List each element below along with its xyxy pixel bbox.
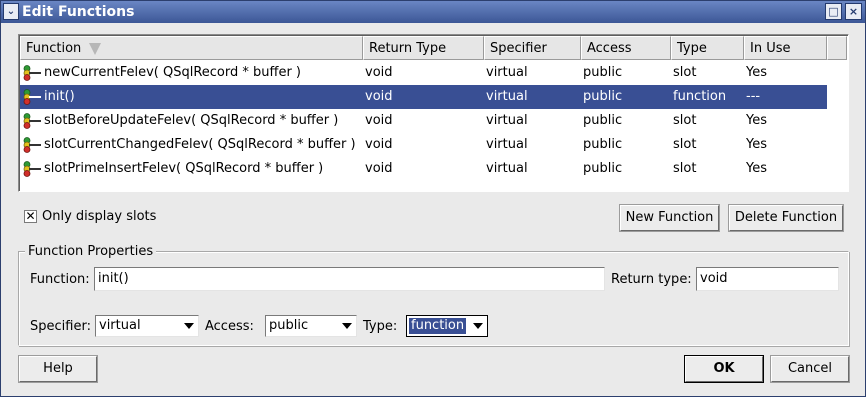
access-select[interactable]: public bbox=[265, 315, 357, 337]
cell-access: public bbox=[583, 137, 623, 152]
cell-specifier: virtual bbox=[486, 161, 528, 176]
function-slot-icon bbox=[23, 89, 41, 105]
help-button[interactable]: Help bbox=[19, 356, 97, 382]
specifier-label: Specifier: bbox=[30, 319, 91, 334]
function-field-label: Function: bbox=[30, 272, 90, 287]
specifier-dropdown-arrow-icon bbox=[184, 323, 194, 329]
cell-type: slot bbox=[673, 113, 697, 128]
column-header-return-type[interactable]: Return Type bbox=[363, 36, 484, 60]
cell-in-use: Yes bbox=[746, 161, 767, 176]
cell-specifier: virtual bbox=[486, 137, 528, 152]
access-label: Access: bbox=[205, 319, 254, 334]
column-header-function[interactable]: Function bbox=[20, 36, 363, 60]
cancel-button[interactable]: Cancel bbox=[771, 356, 849, 382]
function-list[interactable]: Function Return Type Specifier Access Ty… bbox=[18, 34, 849, 192]
cell-return-type: void bbox=[365, 65, 393, 80]
cell-specifier: virtual bbox=[486, 65, 528, 80]
function-slot-icon bbox=[23, 65, 41, 81]
title-bar[interactable]: ⌄ Edit Functions □ × bbox=[1, 1, 865, 23]
table-row[interactable]: slotCurrentChangedFelev( QSqlRecord * bu… bbox=[20, 133, 827, 157]
table-row[interactable]: init() void virtual public function --- bbox=[20, 85, 827, 109]
column-header-type[interactable]: Type bbox=[671, 36, 744, 60]
table-row[interactable]: newCurrentFelev( QSqlRecord * buffer ) vo… bbox=[20, 61, 827, 85]
type-label: Type: bbox=[363, 319, 398, 334]
type-select[interactable]: function bbox=[406, 315, 488, 337]
cell-specifier: virtual bbox=[486, 89, 528, 104]
cell-access: public bbox=[583, 89, 623, 104]
column-header-specifier[interactable]: Specifier bbox=[484, 36, 581, 60]
window-title: Edit Functions bbox=[22, 4, 135, 20]
type-dropdown-arrow-icon bbox=[473, 323, 483, 329]
cell-type: function bbox=[673, 89, 727, 104]
function-properties-title: Function Properties bbox=[25, 244, 157, 260]
new-function-button[interactable]: New Function bbox=[620, 205, 719, 231]
ok-button[interactable]: OK bbox=[685, 356, 763, 382]
return-type-field-label: Return type: bbox=[611, 272, 692, 287]
cell-function: slotBeforeUpdateFelev( QSqlRecord * buff… bbox=[44, 113, 339, 128]
minimize-icon[interactable]: □ bbox=[825, 3, 842, 20]
cell-in-use: Yes bbox=[746, 113, 767, 128]
only-display-slots-checkbox[interactable]: ✕ bbox=[24, 210, 37, 223]
column-header-filler bbox=[827, 36, 847, 60]
function-slot-icon bbox=[23, 137, 41, 153]
window-menu-icon[interactable]: ⌄ bbox=[3, 3, 19, 20]
cell-access: public bbox=[583, 65, 623, 80]
cell-in-use: --- bbox=[746, 89, 761, 104]
cell-function: slotCurrentChangedFelev( QSqlRecord * bu… bbox=[44, 137, 356, 152]
access-dropdown-arrow-icon bbox=[342, 323, 352, 329]
cell-specifier: virtual bbox=[486, 113, 528, 128]
specifier-select[interactable]: virtual bbox=[95, 315, 199, 337]
function-slot-icon bbox=[23, 113, 41, 129]
table-row[interactable]: slotPrimeInsertFelev( QSqlRecord * buffe… bbox=[20, 157, 827, 181]
function-name-input[interactable]: init() bbox=[94, 267, 605, 291]
function-slot-icon bbox=[23, 161, 41, 177]
sort-arrow-icon bbox=[89, 42, 102, 55]
close-icon[interactable]: × bbox=[845, 3, 862, 20]
cell-in-use: Yes bbox=[746, 137, 767, 152]
cell-in-use: Yes bbox=[746, 65, 767, 80]
only-display-slots-label: Only display slots bbox=[42, 209, 157, 224]
column-header-in-use[interactable]: In Use bbox=[744, 36, 827, 60]
cell-return-type: void bbox=[365, 89, 393, 104]
table-row[interactable]: slotBeforeUpdateFelev( QSqlRecord * buff… bbox=[20, 109, 827, 133]
cell-type: slot bbox=[673, 137, 697, 152]
cell-access: public bbox=[583, 161, 623, 176]
cell-function: newCurrentFelev( QSqlRecord * buffer ) bbox=[44, 65, 301, 80]
cell-return-type: void bbox=[365, 113, 393, 128]
cell-function: slotPrimeInsertFelev( QSqlRecord * buffe… bbox=[44, 161, 324, 176]
cell-return-type: void bbox=[365, 137, 393, 152]
delete-function-button[interactable]: Delete Function bbox=[729, 205, 843, 231]
cell-type: slot bbox=[673, 161, 697, 176]
cell-return-type: void bbox=[365, 161, 393, 176]
cell-type: slot bbox=[673, 65, 697, 80]
cell-access: public bbox=[583, 113, 623, 128]
return-type-input[interactable]: void bbox=[696, 267, 839, 291]
list-header: Function Return Type Specifier Access Ty… bbox=[20, 36, 847, 60]
column-header-access[interactable]: Access bbox=[581, 36, 671, 60]
edit-functions-dialog: ⌄ Edit Functions □ × Function Return Typ… bbox=[0, 0, 866, 397]
cell-function: init() bbox=[44, 89, 75, 104]
